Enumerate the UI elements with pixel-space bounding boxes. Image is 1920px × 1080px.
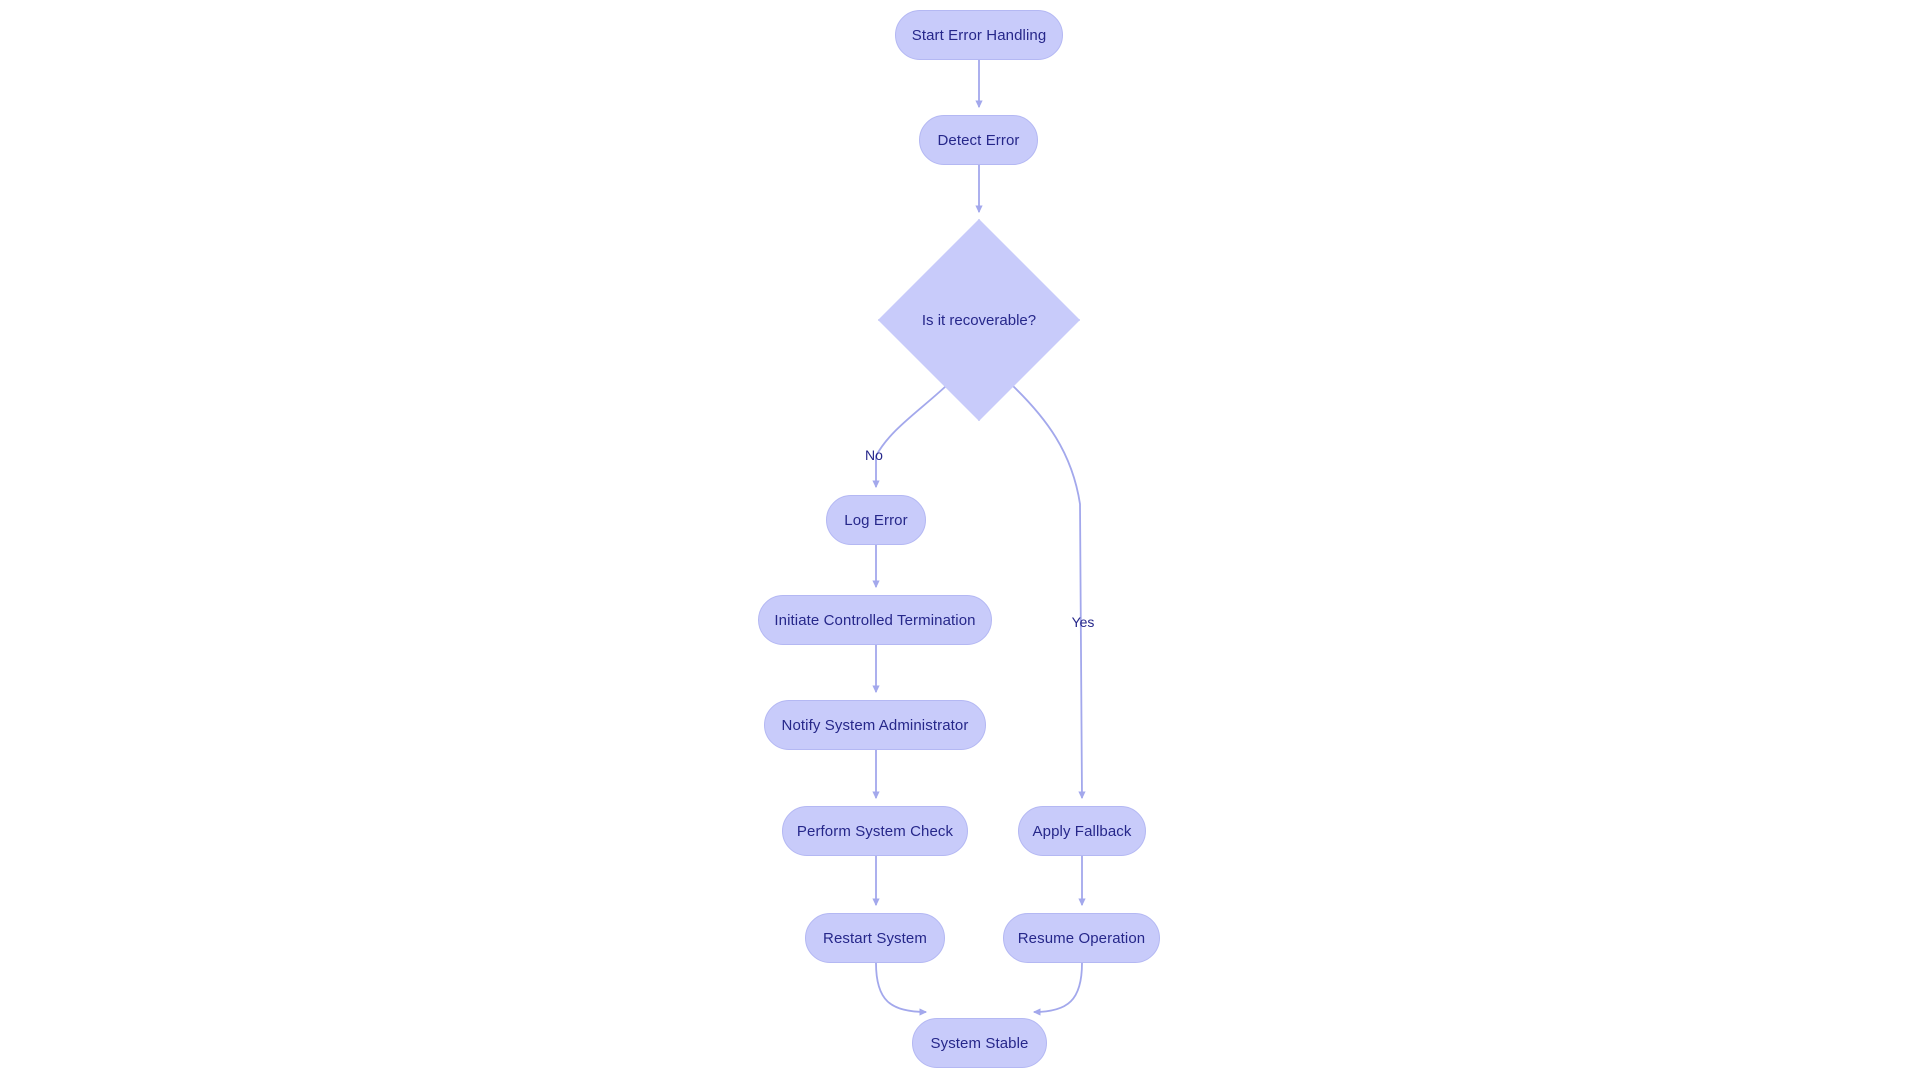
node-label-log-error: Log Error [844, 511, 908, 529]
node-resume-operation[interactable]: Resume Operation [1003, 913, 1160, 963]
node-system-stable[interactable]: System Stable [912, 1018, 1047, 1068]
node-initiate-controlled-termination[interactable]: Initiate Controlled Termination [758, 595, 992, 645]
node-restart-system[interactable]: Restart System [805, 913, 945, 963]
node-is-it-recoverable[interactable] [878, 219, 1080, 421]
node-perform-system-check[interactable]: Perform System Check [782, 806, 968, 856]
node-label-system-stable: System Stable [930, 1034, 1029, 1052]
node-apply-fallback[interactable]: Apply Fallback [1018, 806, 1146, 856]
node-log-error[interactable]: Log Error [826, 495, 926, 545]
node-notify-system-administrator[interactable]: Notify System Administrator [764, 700, 986, 750]
node-label-notify-system-administrator: Notify System Administrator [781, 716, 969, 734]
node-label-apply-fallback: Apply Fallback [1032, 822, 1132, 840]
node-label-resume-operation: Resume Operation [1017, 929, 1146, 947]
node-label-initiate-controlled-termination: Initiate Controlled Termination [774, 611, 976, 629]
node-label-detect: Detect Error [937, 131, 1020, 149]
node-label-restart-system: Restart System [823, 929, 927, 947]
edge-label-no: No [865, 447, 883, 463]
edge-label-yes: Yes [1071, 614, 1095, 630]
node-label-start: Start Error Handling [911, 26, 1047, 44]
node-layer: Start Error Handling Detect Error Is it … [0, 0, 1920, 1080]
node-start-error-handling[interactable]: Start Error Handling [895, 10, 1063, 60]
node-detect-error[interactable]: Detect Error [919, 115, 1038, 165]
node-label-perform-system-check: Perform System Check [796, 822, 954, 840]
flowchart-canvas: Start Error Handling Detect Error Is it … [0, 0, 1920, 1080]
